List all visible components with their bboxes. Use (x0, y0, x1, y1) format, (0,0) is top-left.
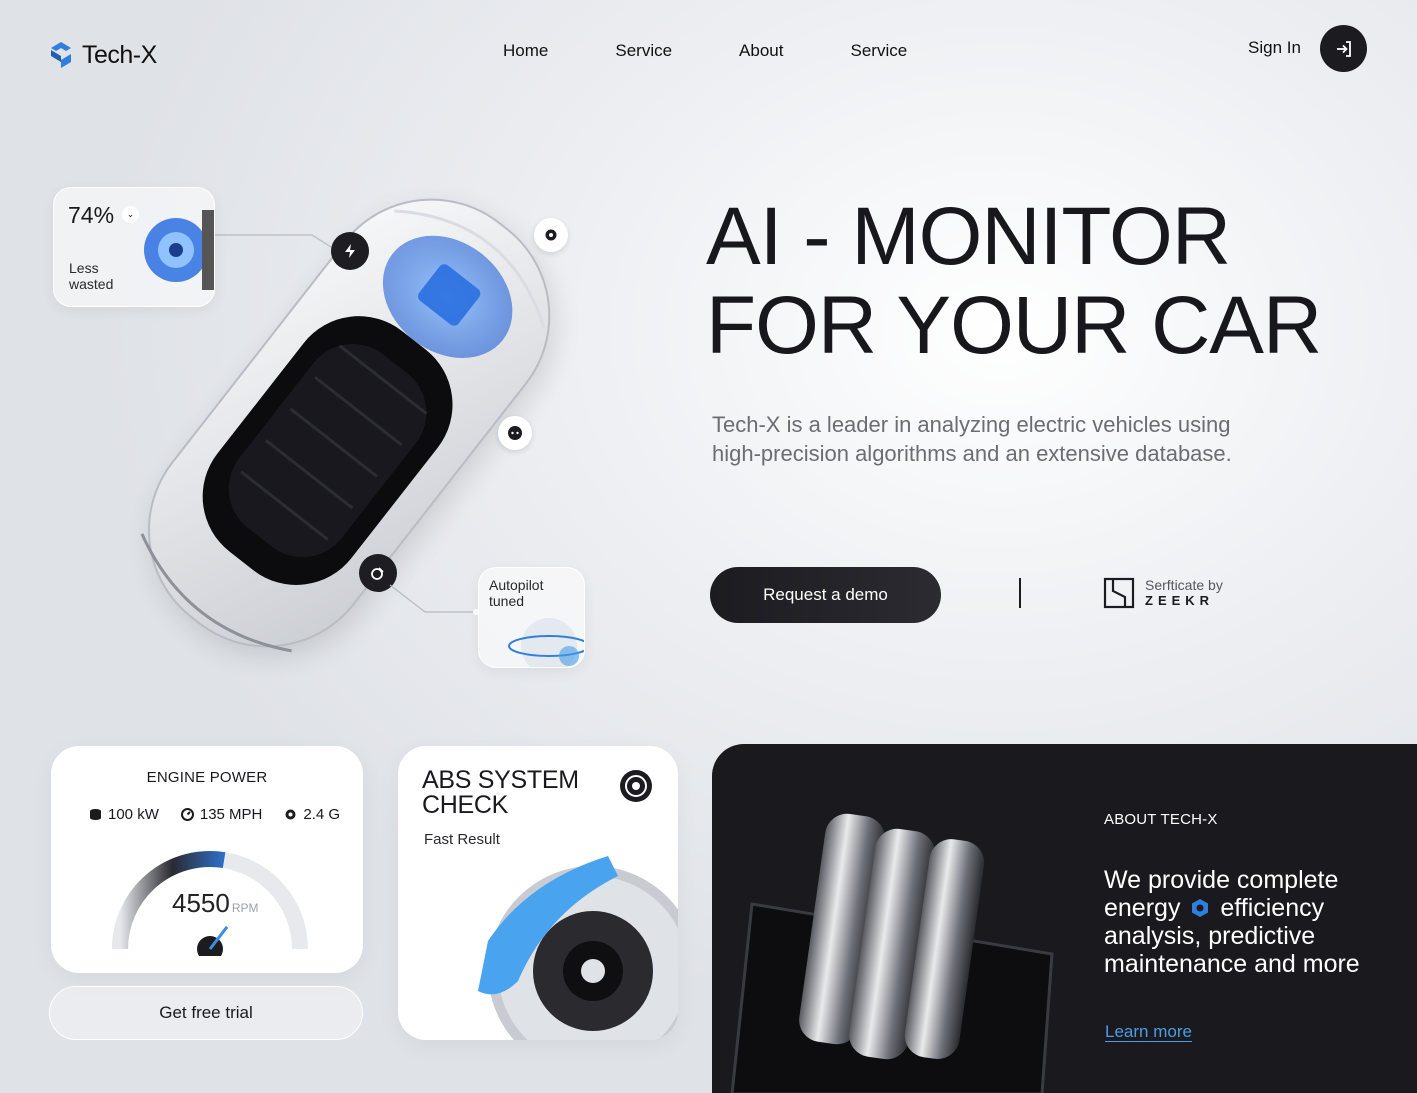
rpm-readout: 4550 RPM (172, 888, 259, 919)
abs-card[interactable]: ABS SYSTEM CHECK Fast Result (398, 746, 678, 1040)
about-card: ABOUT TECH-X We provide complete energy … (712, 744, 1417, 1093)
engine-power-title: ENGINE POWER (146, 769, 268, 786)
stat-power: 100 kW (89, 806, 159, 823)
motor-image (144, 210, 214, 290)
learn-more-link[interactable]: Learn more (1105, 1022, 1192, 1042)
abs-title: ABS SYSTEM CHECK (422, 768, 579, 818)
about-line3: analysis, predictive (1104, 922, 1316, 950)
hexagon-icon (1192, 899, 1209, 917)
engine-power-card: ENGINE POWER 100 kW 135 MPH 2.4 G 4550 RP… (51, 746, 363, 973)
database-icon (90, 809, 101, 820)
globe-image (508, 618, 584, 667)
waste-percentage: 74% (68, 202, 115, 228)
waste-label-1: Less (69, 260, 99, 276)
about-line4: maintenance and more (1104, 950, 1360, 978)
stat-power-value: 100 kW (108, 806, 159, 823)
autopilot-label-1: Autopilot (489, 577, 544, 593)
about-line1: We provide complete (1104, 866, 1339, 894)
zeekr-logo-icon (1103, 577, 1135, 609)
stat-speed: 135 MPH (180, 806, 263, 823)
engine-stats: 100 kW 135 MPH 2.4 G (89, 806, 340, 823)
stat-g: 2.4 G (284, 806, 340, 823)
certificate-label: Serfticate by (1145, 577, 1223, 593)
certificate-brand: ZEEKR (1145, 593, 1215, 608)
rpm-value: 4550 (172, 888, 230, 918)
nav-about[interactable]: About (739, 41, 783, 61)
hero-title: AI - MONITOR FOR YOUR CAR (706, 191, 1322, 371)
stat-g-value: 2.4 G (303, 806, 341, 823)
request-demo-button[interactable]: Request a demo (710, 567, 941, 623)
brake-disc-icon (620, 770, 652, 802)
abs-title-line1: ABS SYSTEM (422, 766, 579, 794)
battery-cells-image (730, 813, 1054, 1093)
nav-service-2[interactable]: Service (850, 41, 907, 61)
rpm-unit: RPM (231, 901, 259, 915)
about-line2a: energy (1104, 894, 1181, 922)
about-label: ABOUT TECH-X (1104, 811, 1218, 828)
hero-title-line2: FOR YOUR CAR (706, 280, 1322, 371)
gear-icon (285, 809, 296, 820)
signin-button[interactable] (1320, 25, 1367, 72)
brake-image (478, 856, 678, 1040)
certificate: Serfticate by ZEEKR (1103, 577, 1223, 609)
get-free-trial-button[interactable]: Get free trial (49, 986, 363, 1040)
divider (1019, 578, 1021, 608)
login-icon (1336, 40, 1351, 57)
about-text: We provide complete energy efficiency an… (1104, 866, 1384, 978)
waste-label-2: wasted (69, 276, 114, 292)
signin-link[interactable]: Sign In (1248, 38, 1301, 58)
nav-service[interactable]: Service (615, 41, 672, 61)
stat-speed-value: 135 MPH (199, 806, 263, 823)
hero-description: Tech-X is a leader in analyzing electric… (712, 412, 1232, 466)
waste-callout[interactable]: 74% ⌄ Less wasted (53, 187, 215, 307)
speedometer-icon (180, 808, 194, 821)
hero-title-line1: AI - MONITOR (706, 191, 1231, 282)
autopilot-callout[interactable]: Autopilot tuned (478, 567, 585, 668)
about-line2b: efficiency (1220, 894, 1325, 922)
autopilot-label-2: tuned (489, 593, 525, 609)
abs-title-line2: CHECK (422, 791, 509, 819)
